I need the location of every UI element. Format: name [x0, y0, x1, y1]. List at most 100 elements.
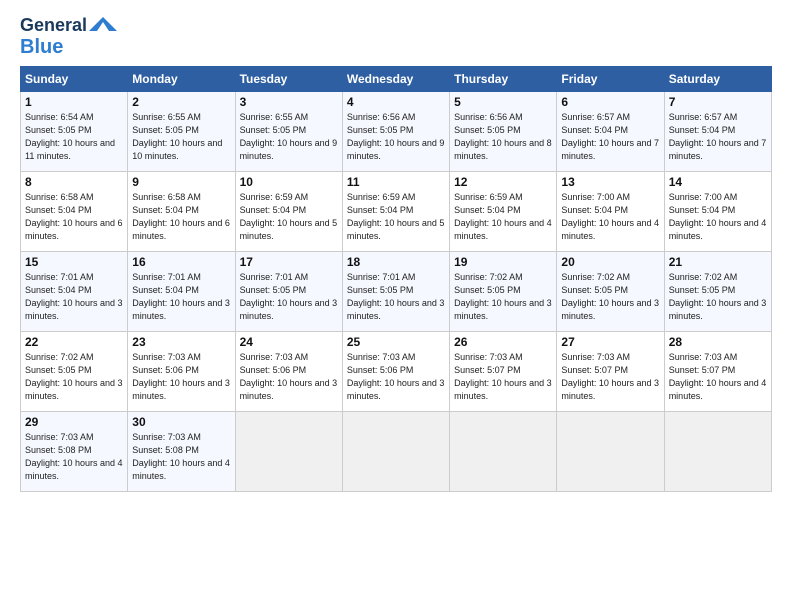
day-info: Sunrise: 6:56 AMSunset: 5:05 PMDaylight:…: [347, 112, 445, 161]
day-number: 2: [132, 95, 230, 109]
day-info: Sunrise: 7:00 AMSunset: 5:04 PMDaylight:…: [669, 192, 767, 241]
calendar-cell: 14 Sunrise: 7:00 AMSunset: 5:04 PMDayligh…: [664, 171, 771, 251]
col-header-wednesday: Wednesday: [342, 66, 449, 91]
day-info: Sunrise: 7:02 AMSunset: 5:05 PMDaylight:…: [454, 272, 552, 321]
calendar-table: SundayMondayTuesdayWednesdayThursdayFrid…: [20, 66, 772, 492]
day-info: Sunrise: 7:03 AMSunset: 5:08 PMDaylight:…: [132, 432, 230, 481]
calendar-cell: 16 Sunrise: 7:01 AMSunset: 5:04 PMDayligh…: [128, 251, 235, 331]
calendar-cell: 24 Sunrise: 7:03 AMSunset: 5:06 PMDayligh…: [235, 331, 342, 411]
day-info: Sunrise: 7:03 AMSunset: 5:06 PMDaylight:…: [240, 352, 338, 401]
logo-icon: [89, 17, 117, 33]
calendar-cell: 5 Sunrise: 6:56 AMSunset: 5:05 PMDaylight…: [450, 91, 557, 171]
calendar-cell: 3 Sunrise: 6:55 AMSunset: 5:05 PMDaylight…: [235, 91, 342, 171]
day-info: Sunrise: 6:55 AMSunset: 5:05 PMDaylight:…: [132, 112, 222, 161]
day-info: Sunrise: 7:01 AMSunset: 5:04 PMDaylight:…: [132, 272, 230, 321]
day-info: Sunrise: 7:01 AMSunset: 5:05 PMDaylight:…: [240, 272, 338, 321]
day-number: 8: [25, 175, 123, 189]
col-header-saturday: Saturday: [664, 66, 771, 91]
calendar-cell: 1 Sunrise: 6:54 AMSunset: 5:05 PMDaylight…: [21, 91, 128, 171]
day-number: 4: [347, 95, 445, 109]
day-info: Sunrise: 7:03 AMSunset: 5:07 PMDaylight:…: [561, 352, 659, 401]
day-info: Sunrise: 6:55 AMSunset: 5:05 PMDaylight:…: [240, 112, 338, 161]
day-info: Sunrise: 7:03 AMSunset: 5:06 PMDaylight:…: [132, 352, 230, 401]
day-info: Sunrise: 7:03 AMSunset: 5:07 PMDaylight:…: [454, 352, 552, 401]
day-info: Sunrise: 6:57 AMSunset: 5:04 PMDaylight:…: [561, 112, 659, 161]
calendar-cell: 28 Sunrise: 7:03 AMSunset: 5:07 PMDayligh…: [664, 331, 771, 411]
calendar-cell: 22Sunrise: 7:02 AMSunset: 5:05 PMDayligh…: [21, 331, 128, 411]
day-info: Sunrise: 7:00 AMSunset: 5:04 PMDaylight:…: [561, 192, 659, 241]
day-number: 7: [669, 95, 767, 109]
calendar-cell: 7 Sunrise: 6:57 AMSunset: 5:04 PMDaylight…: [664, 91, 771, 171]
day-number: 24: [240, 335, 338, 349]
day-number: 21: [669, 255, 767, 269]
calendar-cell: 9 Sunrise: 6:58 AMSunset: 5:04 PMDaylight…: [128, 171, 235, 251]
calendar-cell: 27 Sunrise: 7:03 AMSunset: 5:07 PMDayligh…: [557, 331, 664, 411]
calendar-cell: 30 Sunrise: 7:03 AMSunset: 5:08 PMDayligh…: [128, 411, 235, 491]
day-number: 14: [669, 175, 767, 189]
day-info: Sunrise: 7:03 AMSunset: 5:07 PMDaylight:…: [669, 352, 767, 401]
calendar-cell: 13 Sunrise: 7:00 AMSunset: 5:04 PMDayligh…: [557, 171, 664, 251]
calendar-cell: 2 Sunrise: 6:55 AMSunset: 5:05 PMDaylight…: [128, 91, 235, 171]
day-info: Sunrise: 7:01 AMSunset: 5:04 PMDaylight:…: [25, 272, 123, 321]
day-number: 23: [132, 335, 230, 349]
day-info: Sunrise: 6:59 AMSunset: 5:04 PMDaylight:…: [240, 192, 338, 241]
day-number: 16: [132, 255, 230, 269]
calendar-cell: 17Sunrise: 7:01 AMSunset: 5:05 PMDayligh…: [235, 251, 342, 331]
col-header-tuesday: Tuesday: [235, 66, 342, 91]
calendar-cell: 21Sunrise: 7:02 AMSunset: 5:05 PMDayligh…: [664, 251, 771, 331]
day-number: 15: [25, 255, 123, 269]
day-number: 28: [669, 335, 767, 349]
logo-text-blue: Blue: [20, 36, 63, 58]
day-info: Sunrise: 7:01 AMSunset: 5:05 PMDaylight:…: [347, 272, 445, 321]
day-number: 9: [132, 175, 230, 189]
col-header-monday: Monday: [128, 66, 235, 91]
col-header-sunday: Sunday: [21, 66, 128, 91]
day-number: 19: [454, 255, 552, 269]
calendar-cell: 25 Sunrise: 7:03 AMSunset: 5:06 PMDayligh…: [342, 331, 449, 411]
logo: General Blue: [20, 16, 117, 58]
day-info: Sunrise: 7:03 AMSunset: 5:06 PMDaylight:…: [347, 352, 445, 401]
day-number: 12: [454, 175, 552, 189]
logo-text-general: General: [20, 16, 87, 36]
day-number: 10: [240, 175, 338, 189]
day-number: 20: [561, 255, 659, 269]
calendar-cell: [664, 411, 771, 491]
calendar-cell: [557, 411, 664, 491]
calendar-cell: [342, 411, 449, 491]
day-number: 26: [454, 335, 552, 349]
calendar-cell: 29Sunrise: 7:03 AMSunset: 5:08 PMDayligh…: [21, 411, 128, 491]
day-info: Sunrise: 6:54 AMSunset: 5:05 PMDaylight:…: [25, 112, 115, 161]
day-number: 25: [347, 335, 445, 349]
page: General Blue SundayMondayTuesdayWednesda…: [0, 0, 792, 612]
day-number: 5: [454, 95, 552, 109]
calendar-cell: 18Sunrise: 7:01 AMSunset: 5:05 PMDayligh…: [342, 251, 449, 331]
calendar-cell: 10 Sunrise: 6:59 AMSunset: 5:04 PMDayligh…: [235, 171, 342, 251]
calendar-cell: 23 Sunrise: 7:03 AMSunset: 5:06 PMDayligh…: [128, 331, 235, 411]
col-header-thursday: Thursday: [450, 66, 557, 91]
day-info: Sunrise: 6:57 AMSunset: 5:04 PMDaylight:…: [669, 112, 767, 161]
calendar-cell: 19 Sunrise: 7:02 AMSunset: 5:05 PMDayligh…: [450, 251, 557, 331]
calendar-cell: 12Sunrise: 6:59 AMSunset: 5:04 PMDayligh…: [450, 171, 557, 251]
day-info: Sunrise: 6:58 AMSunset: 5:04 PMDaylight:…: [132, 192, 230, 241]
calendar-cell: [450, 411, 557, 491]
day-info: Sunrise: 6:56 AMSunset: 5:05 PMDaylight:…: [454, 112, 552, 161]
calendar-cell: 8 Sunrise: 6:58 AMSunset: 5:04 PMDaylight…: [21, 171, 128, 251]
day-number: 22: [25, 335, 123, 349]
day-number: 13: [561, 175, 659, 189]
day-number: 27: [561, 335, 659, 349]
day-number: 29: [25, 415, 123, 429]
calendar-cell: 26 Sunrise: 7:03 AMSunset: 5:07 PMDayligh…: [450, 331, 557, 411]
calendar-cell: 11 Sunrise: 6:59 AMSunset: 5:04 PMDayligh…: [342, 171, 449, 251]
day-number: 3: [240, 95, 338, 109]
calendar-cell: 4 Sunrise: 6:56 AMSunset: 5:05 PMDaylight…: [342, 91, 449, 171]
calendar-cell: 15 Sunrise: 7:01 AMSunset: 5:04 PMDayligh…: [21, 251, 128, 331]
calendar-cell: [235, 411, 342, 491]
day-info: Sunrise: 6:59 AMSunset: 5:04 PMDaylight:…: [347, 192, 445, 241]
calendar-cell: 20Sunrise: 7:02 AMSunset: 5:05 PMDayligh…: [557, 251, 664, 331]
day-number: 1: [25, 95, 123, 109]
day-info: Sunrise: 6:58 AMSunset: 5:04 PMDaylight:…: [25, 192, 123, 241]
day-number: 30: [132, 415, 230, 429]
calendar-cell: 6Sunrise: 6:57 AMSunset: 5:04 PMDaylight…: [557, 91, 664, 171]
day-number: 11: [347, 175, 445, 189]
header: General Blue: [20, 16, 772, 58]
